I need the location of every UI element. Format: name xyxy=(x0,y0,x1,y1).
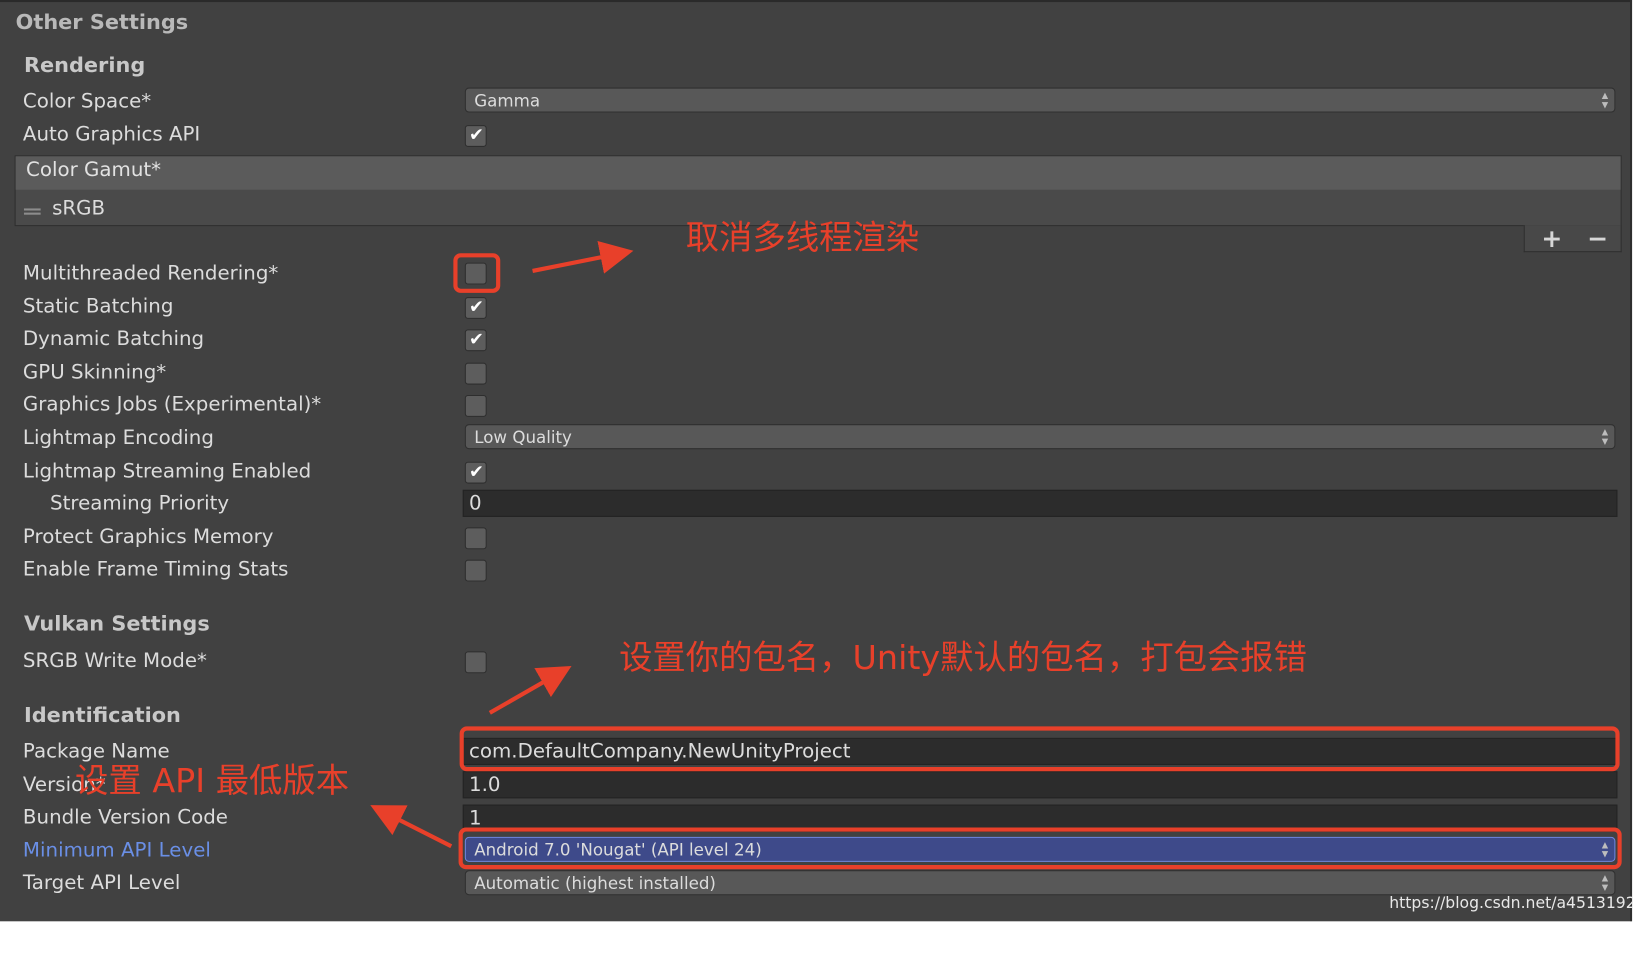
annotation-disable-multithread: 取消多线程渲染 xyxy=(685,217,920,258)
watermark-text: https://blog.csdn.net/a451319296 xyxy=(1389,893,1633,912)
arrow-to-package-icon xyxy=(488,665,572,715)
annotation-min-api: 设置 API 最低版本 xyxy=(75,760,350,801)
annotation-package-name: 设置你的包名，Unity默认的包名，打包会报错 xyxy=(619,637,1308,678)
arrow-to-multithread-icon xyxy=(532,240,634,274)
arrow-to-api-icon xyxy=(370,805,453,849)
other-settings-panel: Other Settings Rendering Color Space* Ga… xyxy=(0,0,1633,922)
